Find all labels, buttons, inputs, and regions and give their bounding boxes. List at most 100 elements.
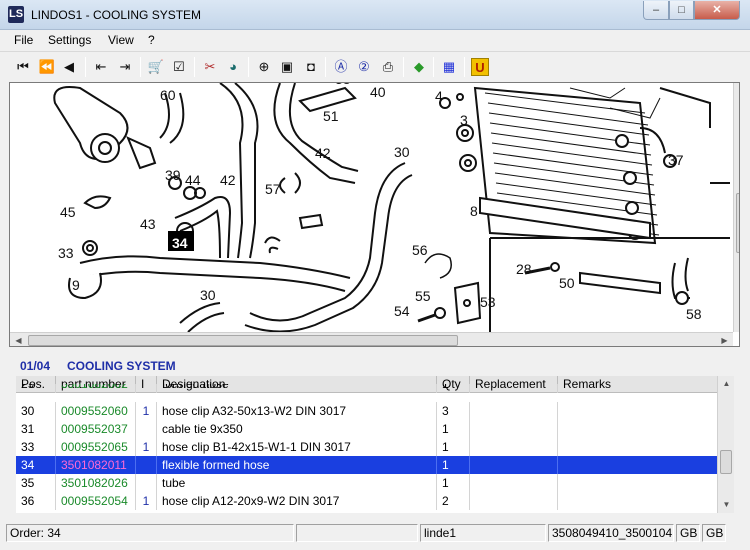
toolbar-separator [194,57,195,77]
cell-i [136,474,157,492]
table-vertical-scrollbar[interactable]: ▲ ▼ [717,376,734,513]
status-code: 3508049410_3500104 [548,524,674,542]
first-icon[interactable]: ⏮ [14,58,32,76]
callout-label: 4 [435,88,443,104]
globe-icon[interactable]: ◕ [224,58,242,76]
callout-label: 43 [140,216,156,232]
table-row[interactable]: 33 0009552065 1 hose clip B1-42x15-W1-1 … [16,438,717,456]
exploded-view-diagram: 60 38 40 4 3 51 42 30 37 39 44 42 57 45 … [53,83,730,332]
cell-part-number: 3501082011 [56,456,136,474]
zoom-icon[interactable]: ⊕ [255,58,273,76]
cell-replacement [470,456,558,474]
green-book-icon[interactable]: ◆ [410,58,428,76]
cell-pos: 31 [16,420,56,438]
cell-replacement [470,402,558,420]
app-logo-icon: LS [8,6,24,23]
checklist-icon[interactable]: ☑ [170,58,188,76]
two-circle-icon[interactable]: ② [355,58,373,76]
cell-part-number: 0009552037 [56,420,136,438]
cell-pos: 34 [16,456,56,474]
scroll-up-icon[interactable]: ▲ [718,376,734,392]
callout-label: 42 [220,172,236,188]
menu-file[interactable]: File [14,33,33,47]
cell-remarks [558,474,717,492]
cell-designation: tube [157,474,437,492]
callout-label: 34 [172,235,188,251]
scroll-left-icon[interactable]: ◀ [10,333,27,346]
callout-label: 38 [335,83,351,87]
cell-designation: hose clip B1-42x15-W1-1 DIN 3017 [157,438,437,456]
cell-i [136,420,157,438]
previous-icon[interactable]: ◀ [60,58,78,76]
blue-grid-icon[interactable]: ▦ [440,58,458,76]
menu-help[interactable]: ? [148,33,155,47]
cell-pos: 36 [16,492,56,510]
toolbar-separator [248,57,249,77]
cell-replacement [470,384,558,393]
menu-bar: File Settings View ? [0,30,750,50]
cell-designation: hose clip A32-50x13-W2 DIN 3017 [157,402,437,420]
cell-remarks [558,492,717,510]
callout-label: 37 [668,152,684,168]
callout-label: 39 [165,167,181,183]
cart-icon[interactable]: 🛒 [147,58,165,76]
cell-qty: 3 [437,402,470,420]
back-to-list-icon[interactable]: ⇤ [92,58,110,76]
tools-icon[interactable]: ✂ [201,58,219,76]
cell-part-number: 0009552060 [56,402,136,420]
toolbar-separator [464,57,465,77]
callout-label: 30 [200,287,216,303]
print-icon[interactable]: ⎙ [379,58,397,76]
minimize-button[interactable]: – [643,1,669,20]
scroll-right-icon[interactable]: ▶ [716,333,733,346]
menu-view[interactable]: View [108,33,134,47]
cell-remarks [558,402,717,420]
table-row[interactable]: 31 0009552037 cable tie 9x350 1 [16,420,717,438]
scroll-down-icon[interactable]: ▼ [734,316,740,332]
drawing-horizontal-scrollbar[interactable]: ◀ ▶ [10,332,733,346]
cell-part-number: 0009552054 [56,492,136,510]
parts-drawing[interactable]: 60 38 40 4 3 51 42 30 37 39 44 42 57 45 … [9,82,740,347]
a-circle-icon[interactable]: Ⓐ [332,58,350,76]
cell-qty: 2 [437,492,470,510]
scroll-thumb[interactable] [720,450,732,474]
table-row-selected[interactable]: 34 3501082011 flexible formed hose 1 [16,456,717,474]
scroll-up-icon[interactable]: ▲ [734,83,740,99]
toolbar-separator [433,57,434,77]
cell-part-number: 3501082026 [56,474,136,492]
status-language: GB [676,524,700,542]
status-bar: Order: 34 linde1 3508049410_3500104 GB G… [0,522,750,544]
cell-qty: 1 [437,384,470,393]
cell-remarks [558,438,717,456]
scroll-thumb[interactable] [736,193,739,253]
cell-designation: formed hose [157,384,437,393]
forward-list-icon[interactable]: ⇥ [116,58,134,76]
cell-pos: 29 [16,384,56,393]
status-user: linde1 [420,524,546,542]
cell-replacement [470,438,558,456]
section-name: COOLING SYSTEM [67,359,176,373]
drawing-vertical-scrollbar[interactable]: ▲ ▼ [733,83,740,332]
cell-qty: 1 [437,474,470,492]
scroll-thumb[interactable] [28,335,458,346]
u-icon[interactable]: U [471,58,489,76]
close-button[interactable]: ✕ [694,1,740,20]
parts-table: Pos. part number I Designation Qty Repla… [16,376,734,513]
table-row[interactable]: 29 3501082002 formed hose 1 [16,384,717,394]
callout-label: 53 [480,294,496,310]
menu-settings[interactable]: Settings [48,33,91,47]
callout-label: 44 [185,172,201,188]
page-icon[interactable]: ▣ [278,58,296,76]
cell-designation: cable tie 9x350 [157,420,437,438]
cell-i [136,456,157,474]
table-row[interactable]: 36 0009552054 1 hose clip A12-20x9-W2 DI… [16,492,717,510]
table-row[interactable]: 35 3501082026 tube 1 [16,474,717,492]
page-alt-icon[interactable]: ◘ [302,58,320,76]
scroll-down-icon[interactable]: ▼ [718,497,734,513]
maximize-button[interactable]: □ [669,1,694,20]
previous-page-icon[interactable]: ⏪ [38,58,56,76]
table-row[interactable]: 30 0009552060 1 hose clip A32-50x13-W2 D… [16,402,717,420]
cell-designation: flexible formed hose [157,456,437,474]
cell-designation: hose clip A12-20x9-W2 DIN 3017 [157,492,437,510]
cell-i [136,384,157,393]
